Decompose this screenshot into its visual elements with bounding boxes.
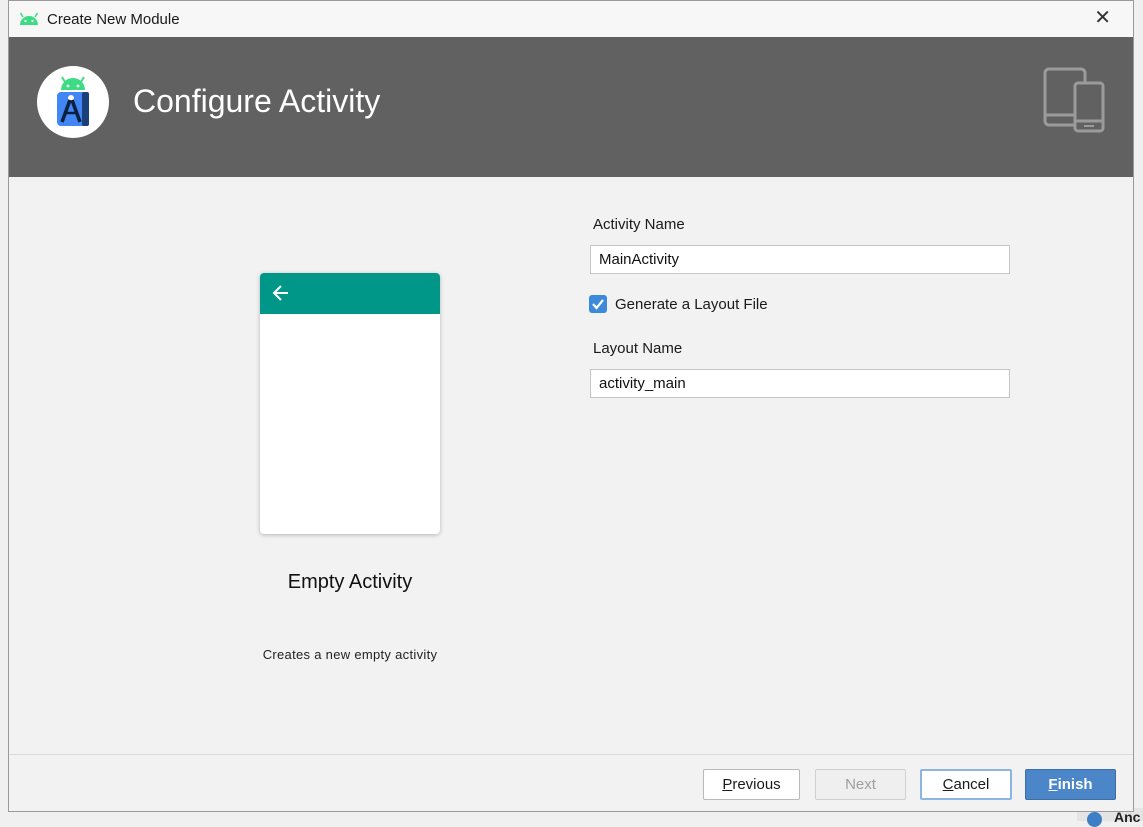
android-icon: [18, 12, 40, 31]
page-title: Configure Activity: [133, 83, 381, 119]
previous-label: revious: [732, 776, 781, 793]
cancel-mnemonic: C: [942, 776, 954, 793]
layout-name-label: Layout Name: [593, 340, 683, 357]
finish-label: inish: [1057, 776, 1093, 793]
info-icon: [1087, 812, 1102, 827]
android-studio-logo: [37, 66, 109, 138]
template-description: Creates a new empty activity: [262, 647, 438, 662]
footer-divider: [9, 754, 1133, 755]
header-banner: Configure Activity: [9, 37, 1133, 177]
activity-name-field[interactable]: [590, 245, 1010, 274]
cancel-button[interactable]: Cancel: [920, 769, 1012, 800]
previous-button[interactable]: Previous: [703, 769, 800, 800]
finish-mnemonic: F: [1048, 776, 1058, 793]
title-bar: Create New Module ✕: [9, 1, 1133, 37]
finish-button[interactable]: Finish: [1025, 769, 1116, 800]
phone-tablet-icon: [1043, 67, 1105, 138]
close-icon[interactable]: ✕: [1094, 8, 1111, 28]
generate-layout-checkbox[interactable]: [589, 295, 607, 313]
back-arrow-icon: [272, 284, 290, 307]
next-button[interactable]: Next: [815, 769, 906, 800]
activity-template-preview: [260, 273, 440, 534]
template-name: Empty Activity: [287, 571, 413, 593]
activity-name-label: Activity Name: [593, 216, 685, 233]
generate-layout-label[interactable]: Generate a Layout File: [615, 296, 768, 313]
window-title: Create New Module: [47, 11, 180, 28]
cancel-label: ancel: [953, 776, 990, 793]
previous-mnemonic: P: [722, 776, 733, 793]
layout-name-field[interactable]: [590, 369, 1010, 398]
preview-app-bar: [260, 273, 440, 314]
create-module-dialog: Create New Module ✕ Configure Activity E…: [8, 0, 1134, 812]
